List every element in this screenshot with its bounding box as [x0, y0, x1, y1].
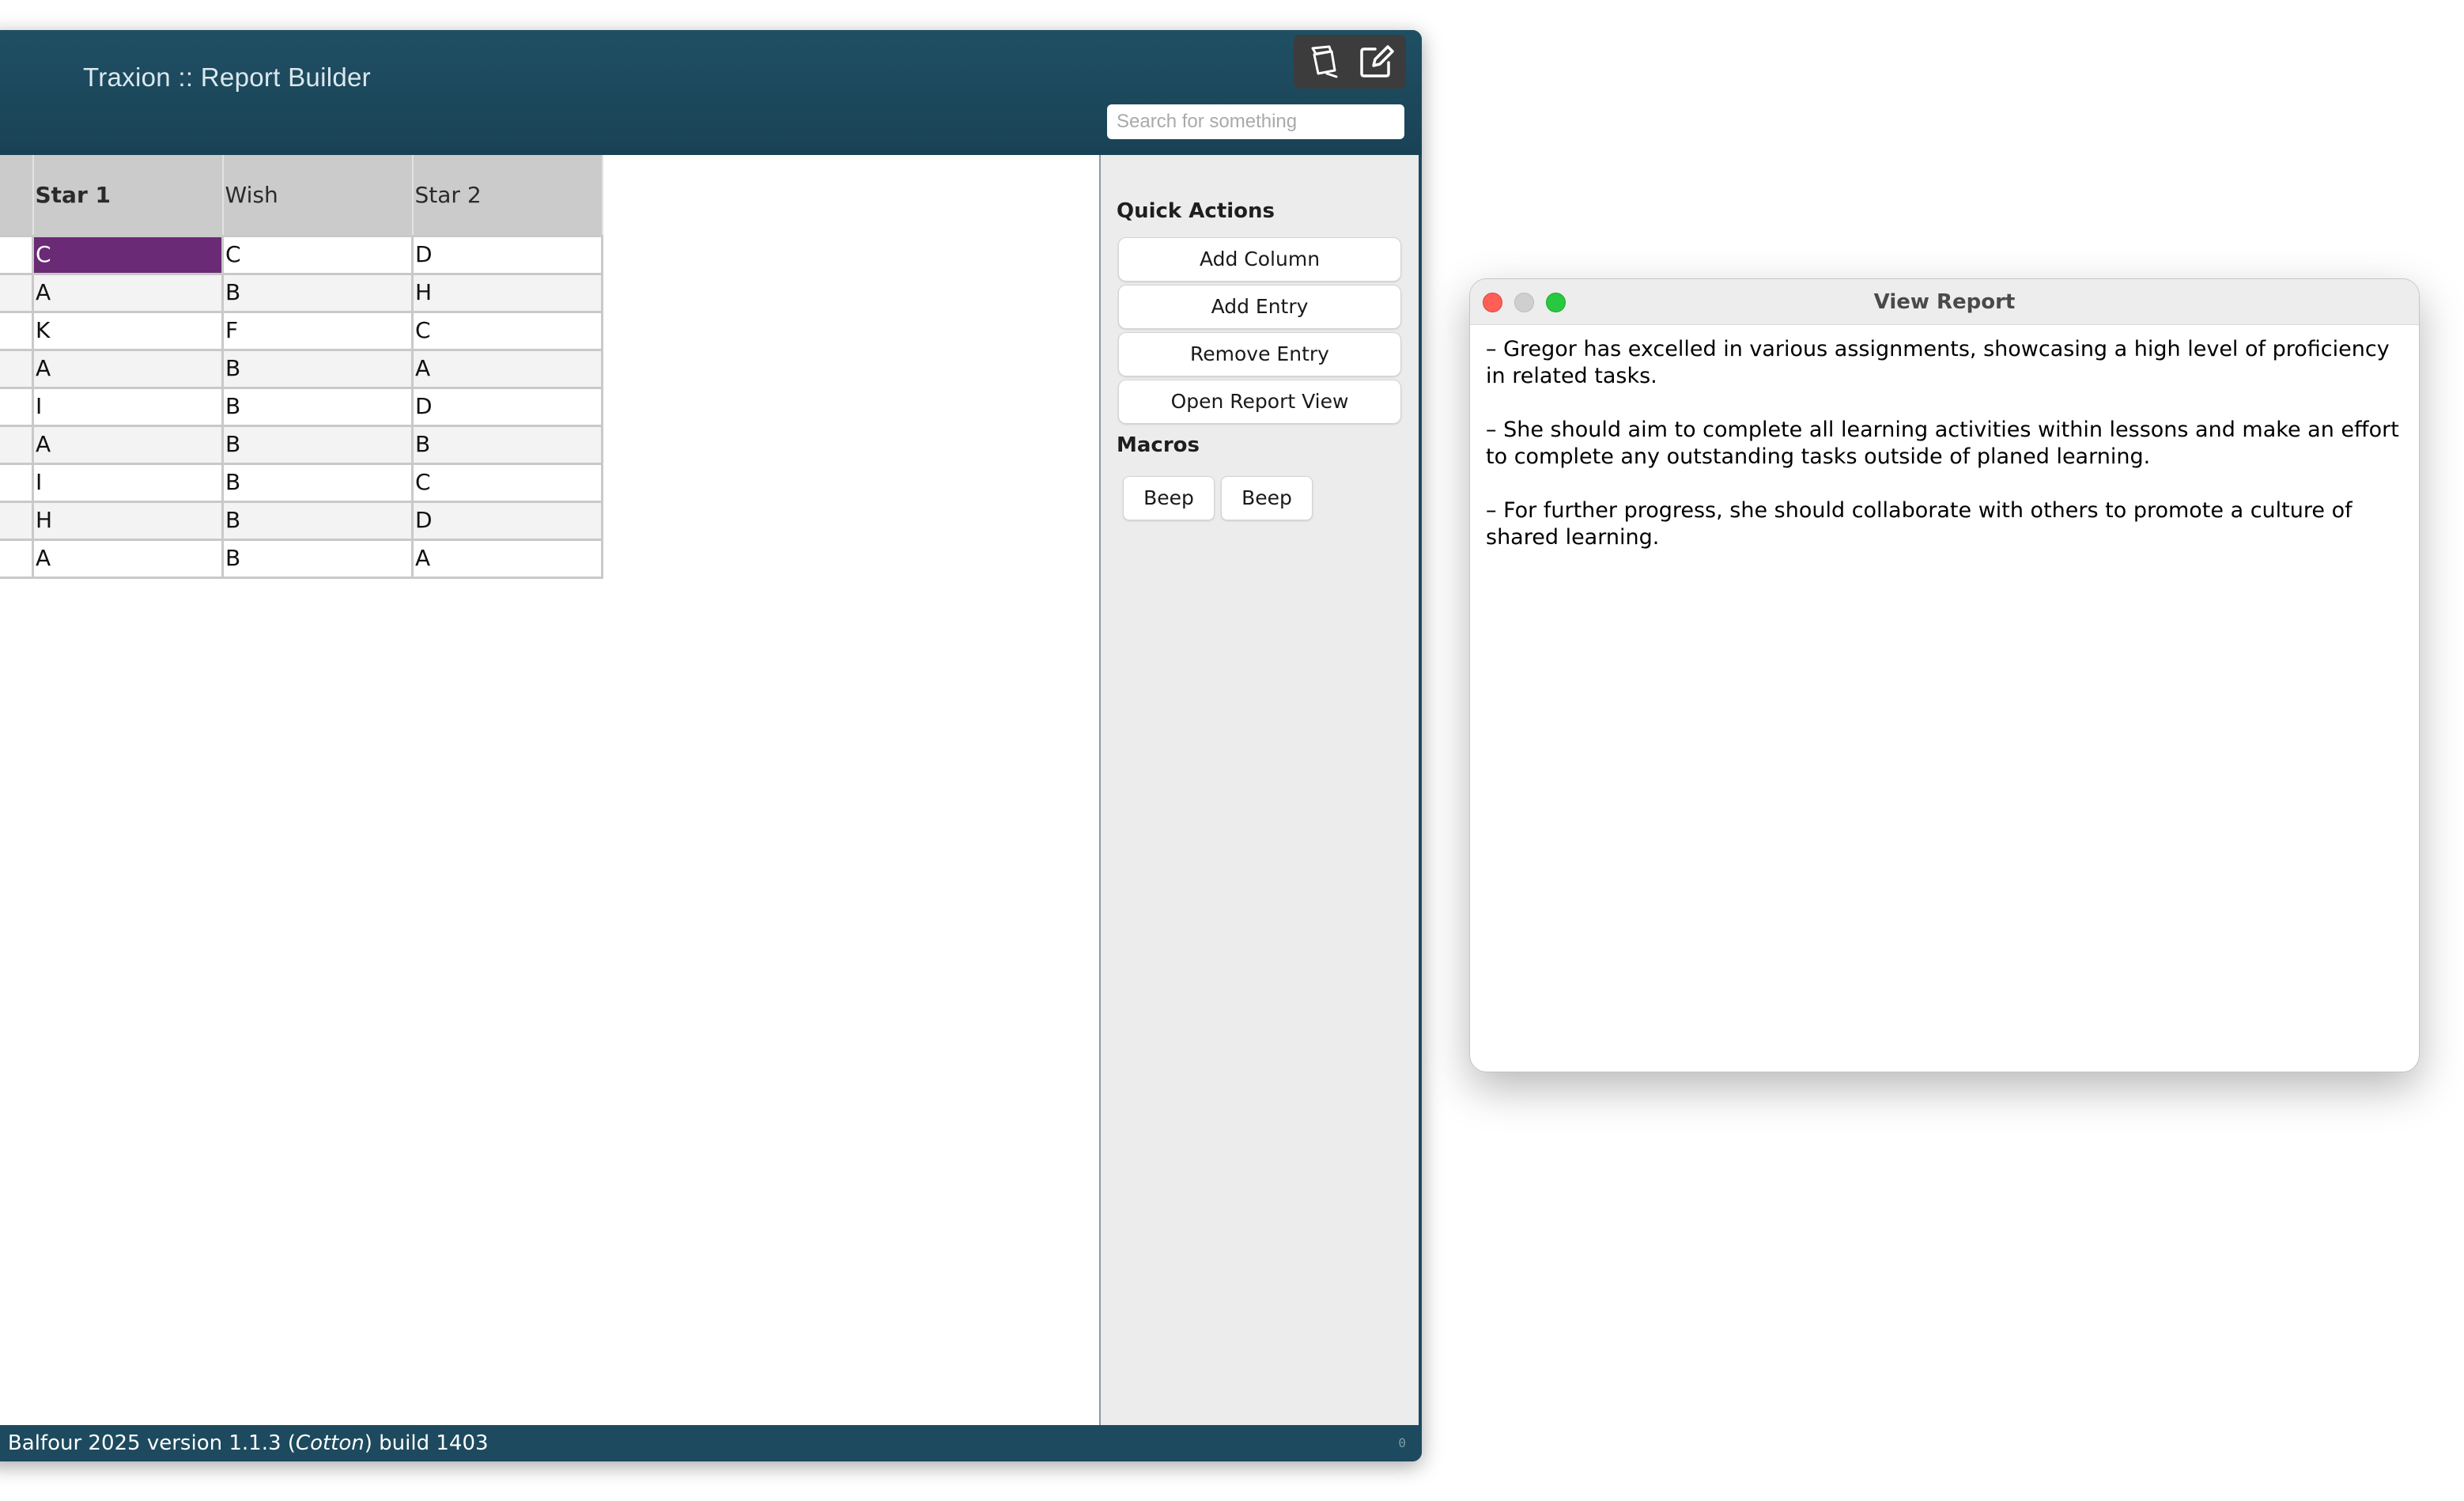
- table-cell[interactable]: [0, 386, 34, 427]
- column-header-star-2[interactable]: Star 2: [412, 155, 603, 236]
- status-bar: J Balfour 2025 version 1.1.3 (Cotton) bu…: [0, 1425, 1422, 1461]
- grade-table: Star 1 Wish Star 2 C C D A B H K F C A B…: [0, 155, 603, 579]
- report-paragraph: – Gregor has excelled in various assignm…: [1486, 337, 2390, 388]
- table-cell[interactable]: [0, 424, 34, 465]
- table-cell[interactable]: I: [32, 462, 224, 503]
- search-input[interactable]: [1107, 104, 1404, 139]
- table-header-row: Star 1 Wish Star 2: [0, 155, 603, 236]
- table-row: I B D: [0, 386, 603, 427]
- version-codename: Cotton: [295, 1431, 365, 1455]
- title-bar: Traxion :: Report Builder: [0, 30, 1422, 155]
- table-cell[interactable]: [0, 234, 34, 275]
- table-area: Star 1 Wish Star 2 C C D A B H K F C A B…: [0, 155, 1101, 1425]
- table-cell[interactable]: [0, 272, 34, 313]
- report-paragraph: – For further progress, she should colla…: [1486, 498, 2353, 550]
- table-cell[interactable]: H: [411, 272, 603, 313]
- column-header-hidden[interactable]: [0, 155, 34, 236]
- table-row: A B A: [0, 538, 603, 579]
- version-suffix: ) build 1403: [364, 1431, 489, 1455]
- open-report-view-button[interactable]: Open Report View: [1118, 380, 1401, 424]
- report-title-bar: View Report: [1470, 279, 2419, 325]
- table-row: A B A: [0, 348, 603, 389]
- remove-entry-button[interactable]: Remove Entry: [1118, 332, 1401, 376]
- close-window-icon[interactable]: [1483, 293, 1502, 312]
- report-window-title: View Report: [1873, 290, 2016, 314]
- copy-pages-icon[interactable]: [1305, 42, 1344, 81]
- minimize-window-icon[interactable]: [1514, 293, 1534, 312]
- table-cell[interactable]: A: [32, 424, 224, 465]
- add-column-button[interactable]: Add Column: [1118, 237, 1401, 282]
- table-cell[interactable]: [0, 348, 34, 389]
- table-row: A B B: [0, 424, 603, 465]
- app-title: Traxion :: Report Builder: [83, 62, 371, 92]
- table-row: I B C: [0, 462, 603, 503]
- table-cell[interactable]: H: [32, 500, 224, 541]
- table-cell[interactable]: K: [32, 310, 224, 351]
- maximize-window-icon[interactable]: [1546, 293, 1566, 312]
- add-entry-button[interactable]: Add Entry: [1118, 285, 1401, 329]
- table-cell[interactable]: A: [32, 348, 224, 389]
- main-window: Traxion :: Report Builder Search for som…: [0, 30, 1422, 1461]
- macro-beep-button[interactable]: Beep: [1221, 476, 1313, 520]
- table-cell[interactable]: B: [221, 424, 414, 465]
- table-cell[interactable]: A: [32, 272, 224, 313]
- table-cell[interactable]: D: [411, 234, 603, 275]
- table-cell[interactable]: I: [32, 386, 224, 427]
- quick-actions-heading: Quick Actions: [1117, 199, 1275, 223]
- table-row: C C D: [0, 234, 603, 275]
- table-row: A B H: [0, 272, 603, 313]
- table-cell[interactable]: B: [221, 500, 414, 541]
- report-text[interactable]: – Gregor has excelled in various assignm…: [1486, 336, 2411, 578]
- table-cell-selected[interactable]: C: [32, 234, 224, 275]
- version-prefix: J Balfour 2025 version 1.1.3 (: [0, 1431, 296, 1455]
- table-cell[interactable]: C: [411, 310, 603, 351]
- table-cell[interactable]: B: [221, 272, 414, 313]
- status-count: 0: [1398, 1435, 1406, 1450]
- table-row: H B D: [0, 500, 603, 541]
- table-cell[interactable]: B: [221, 462, 414, 503]
- table-cell[interactable]: [0, 500, 34, 541]
- table-cell[interactable]: A: [411, 538, 603, 579]
- view-report-window: View Report – Gregor has excelled in var…: [1469, 278, 2420, 1072]
- table-row: K F C: [0, 310, 603, 351]
- table-cell[interactable]: B: [221, 386, 414, 427]
- table-cell[interactable]: B: [411, 424, 603, 465]
- edit-icon[interactable]: [1356, 42, 1396, 81]
- table-cell[interactable]: D: [411, 500, 603, 541]
- report-paragraph: – She should aim to complete all learnin…: [1486, 418, 2399, 469]
- macros-heading: Macros: [1117, 433, 1200, 457]
- table-cell[interactable]: C: [221, 234, 414, 275]
- column-header-wish[interactable]: Wish: [222, 155, 414, 236]
- toolbar-icon-group: [1294, 35, 1406, 89]
- table-cell[interactable]: A: [411, 348, 603, 389]
- table-cell[interactable]: B: [221, 538, 414, 579]
- column-header-star-1[interactable]: Star 1: [32, 155, 224, 236]
- macro-beep-button[interactable]: Beep: [1123, 476, 1215, 520]
- table-cell[interactable]: D: [411, 386, 603, 427]
- table-cell[interactable]: F: [221, 310, 414, 351]
- table-cell[interactable]: [0, 310, 34, 351]
- table-cell[interactable]: A: [32, 538, 224, 579]
- quick-actions-sidebar: Quick Actions Add Column Add Entry Remov…: [1101, 155, 1419, 1425]
- table-cell[interactable]: [0, 538, 34, 579]
- table-cell[interactable]: C: [411, 462, 603, 503]
- table-cell[interactable]: B: [221, 348, 414, 389]
- version-text: J Balfour 2025 version 1.1.3 (Cotton) bu…: [0, 1425, 489, 1461]
- table-cell[interactable]: [0, 462, 34, 503]
